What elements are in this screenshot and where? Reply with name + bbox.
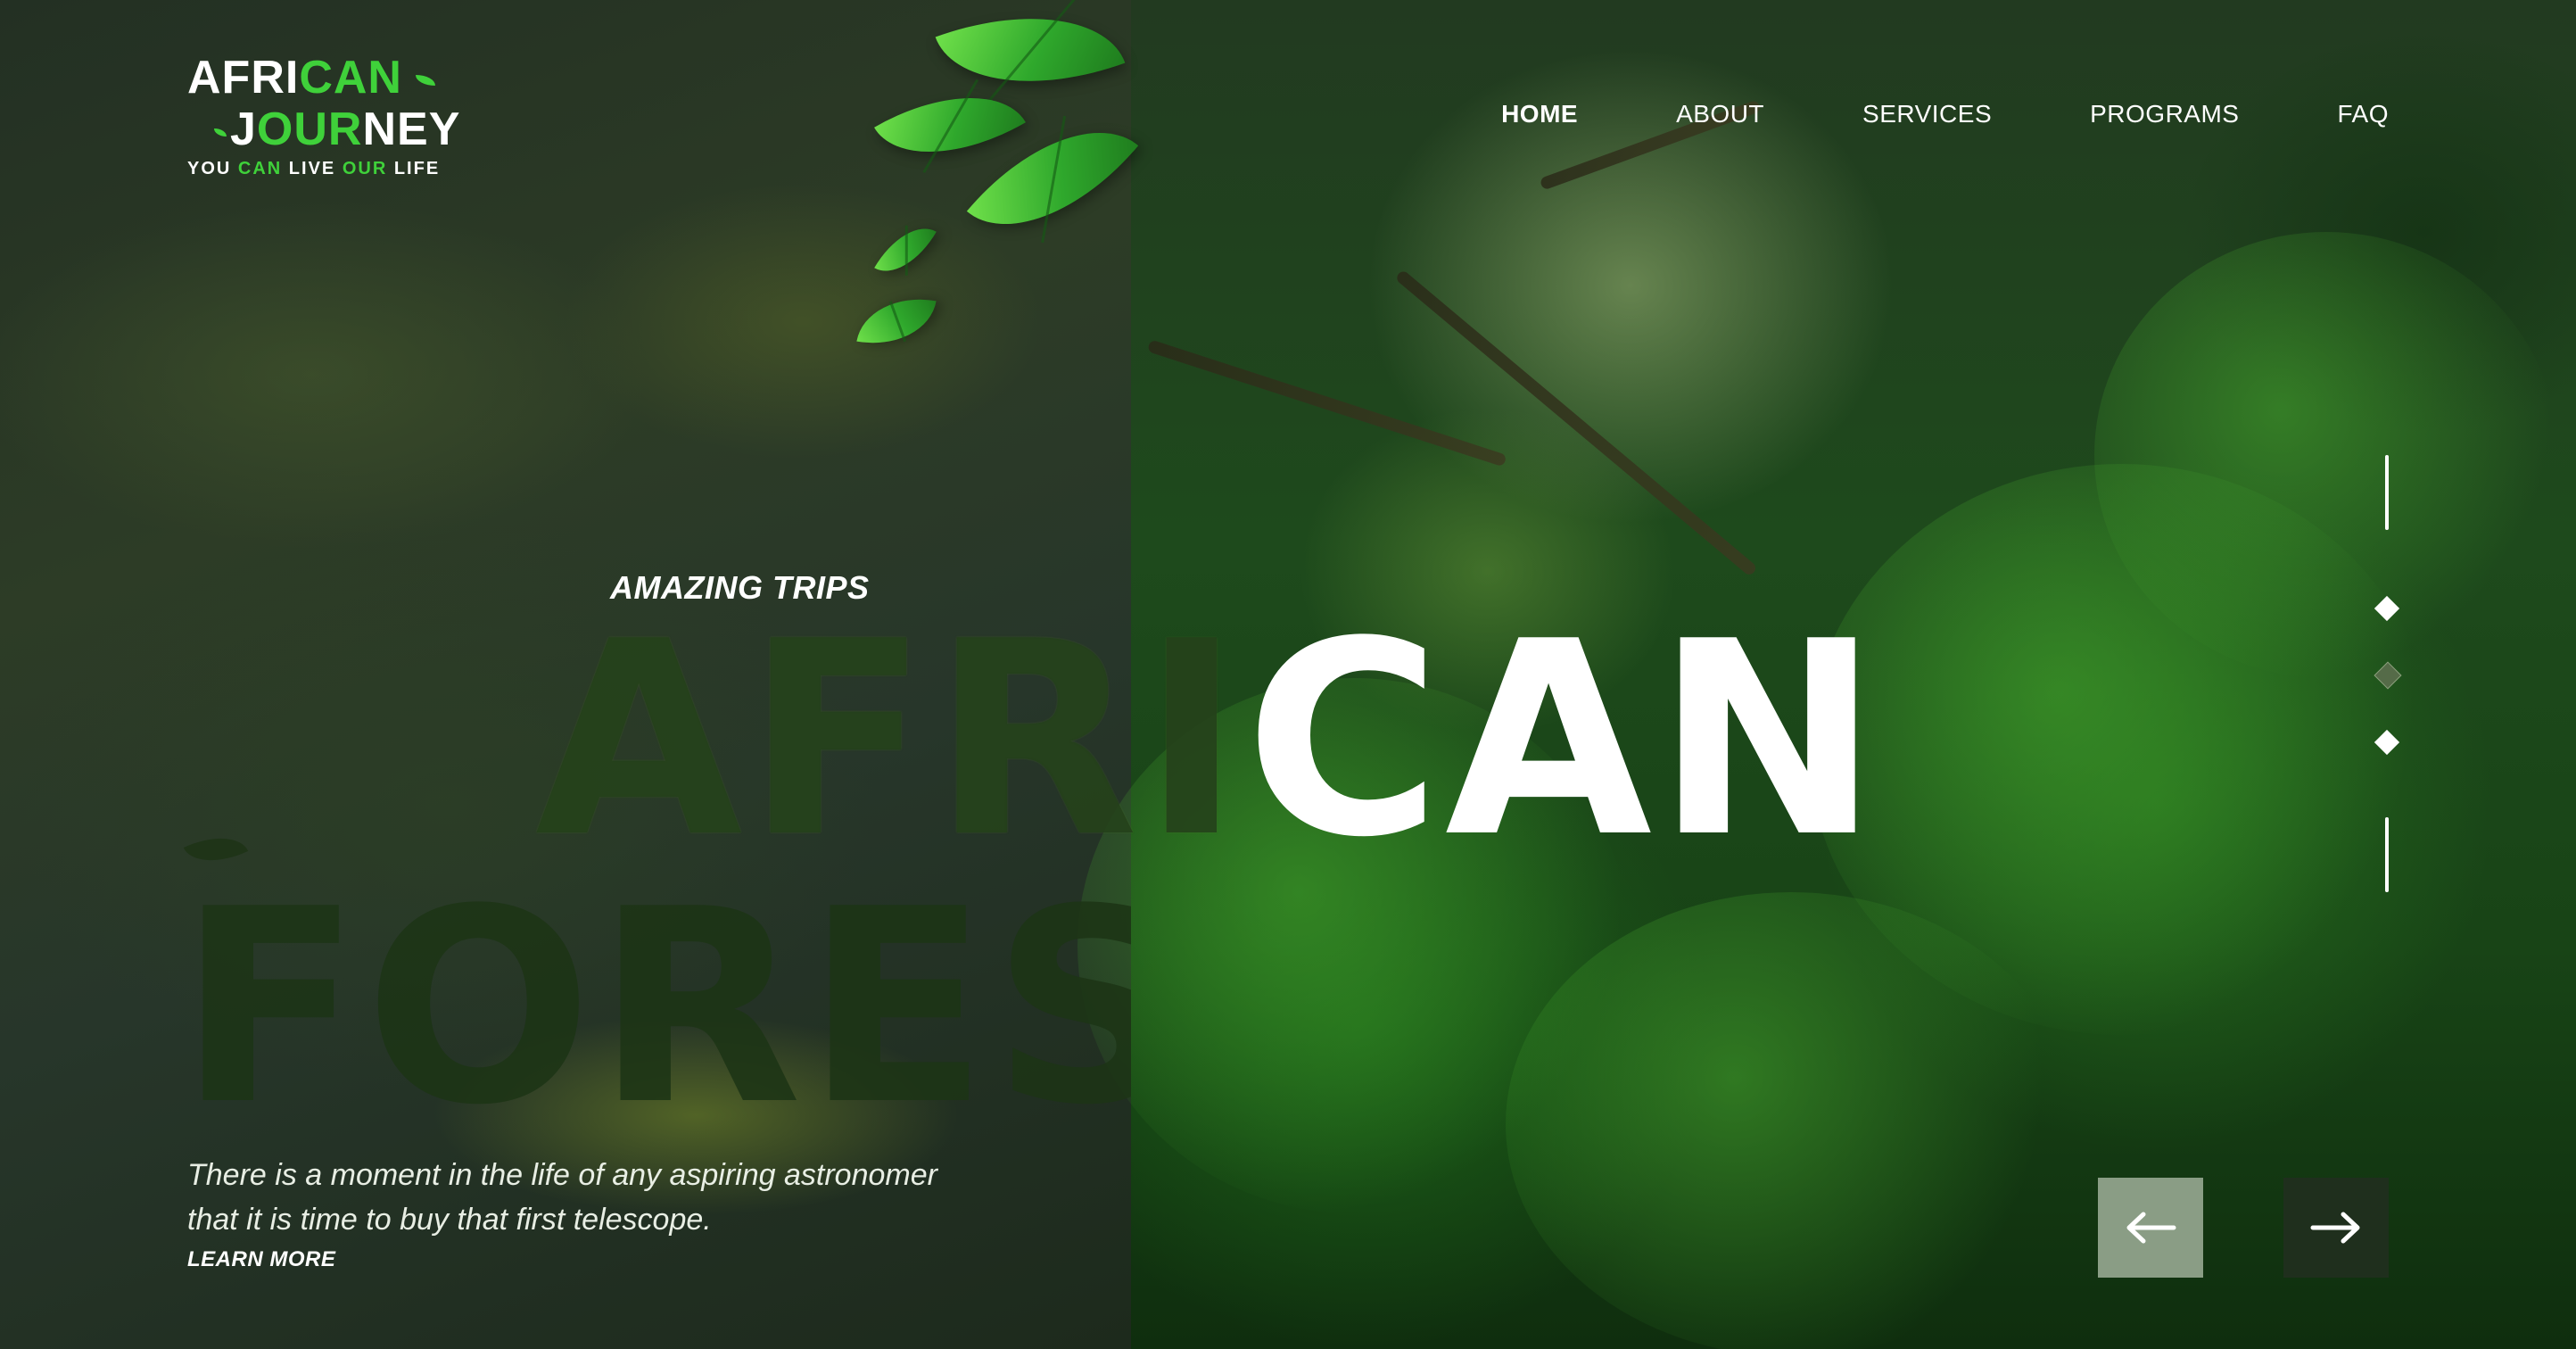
arrow-left-icon <box>2126 1212 2176 1244</box>
nav-item-programs[interactable]: PROGRAMS <box>2090 100 2239 128</box>
logo-text-can: CAN <box>299 52 402 103</box>
nav-item-faq[interactable]: FAQ <box>2337 100 2389 128</box>
hero-headline: AFRICAN <box>535 607 1883 874</box>
leaf-small-icon <box>214 128 227 137</box>
indicator-line-bottom <box>2385 817 2389 892</box>
tagline-live: LIVE <box>282 159 343 178</box>
tagline-life: LIFE <box>387 159 441 178</box>
slide-dot-2[interactable] <box>2374 661 2402 690</box>
slide-indicator <box>2374 455 2402 901</box>
tagline-you: YOU <box>187 159 238 178</box>
hero-headline-forest: FOREST <box>178 874 1131 1142</box>
tagline-our: OUR <box>342 159 388 178</box>
logo-line-1: AFRICAN <box>187 52 482 103</box>
logo-tagline: YOU CAN LIVE OUR LIFE <box>187 159 482 179</box>
prev-slide-button[interactable] <box>2098 1178 2203 1278</box>
nav-item-about[interactable]: ABOUT <box>1676 100 1764 128</box>
logo-text-afri: AFRI <box>187 52 300 103</box>
headline-part-afri: AFRI <box>535 584 1245 896</box>
hero-description: There is a moment in the life of any asp… <box>187 1158 937 1237</box>
arrow-right-icon <box>2310 1212 2360 1244</box>
logo-line-2: JOURNEY <box>187 103 482 155</box>
leaf-icon <box>416 75 436 87</box>
nav-item-home[interactable]: HOME <box>1501 100 1578 128</box>
logo-text-j: J <box>230 103 257 155</box>
headline-part-can: CAN <box>1244 584 1884 896</box>
nav-item-services[interactable]: SERVICES <box>1862 100 1992 128</box>
next-slide-button[interactable] <box>2283 1178 2389 1278</box>
main-nav: HOME ABOUT SERVICES PROGRAMS FAQ <box>1501 100 2389 128</box>
indicator-line-top <box>2385 455 2389 530</box>
logo-text-our: OUR <box>256 103 363 155</box>
slide-dot-3[interactable] <box>2374 729 2400 756</box>
learn-more-link[interactable]: LEARN MORE <box>187 1247 335 1272</box>
landing-page: AFRICAN JOURNEY YOU CAN LIVE OUR LIFE HO… <box>0 0 2576 1349</box>
slide-dot-1[interactable] <box>2374 595 2400 622</box>
tagline-can: CAN <box>237 159 283 178</box>
logo-text-ney: NEY <box>362 103 461 155</box>
brand-logo[interactable]: AFRICAN JOURNEY YOU CAN LIVE OUR LIFE <box>187 52 482 179</box>
